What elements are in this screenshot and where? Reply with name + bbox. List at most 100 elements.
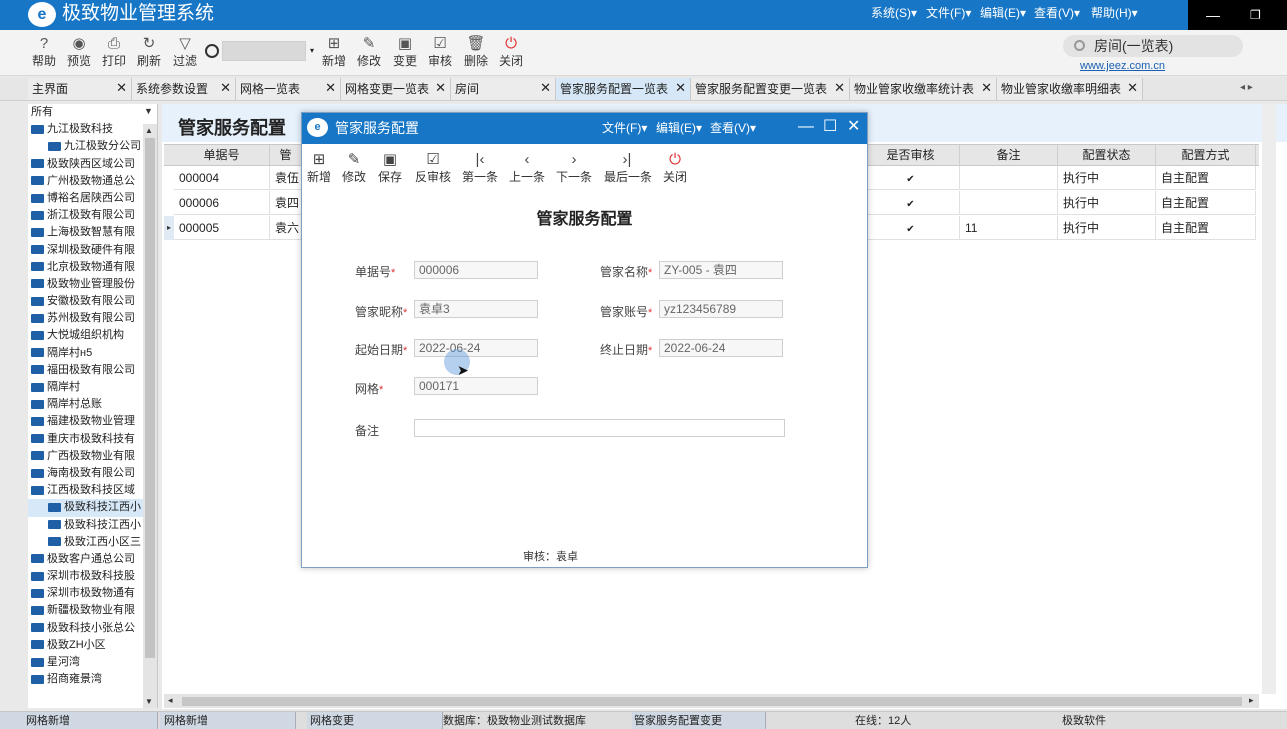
toolbar-help-button[interactable]: ? 帮助 — [27, 34, 61, 72]
tree-item[interactable]: 江西极致科技区域 — [28, 482, 157, 499]
dialog-maximize-icon[interactable]: ☐ — [823, 118, 837, 136]
tree-item[interactable]: 海南极致有限公司 — [28, 465, 157, 482]
remark-field[interactable] — [414, 419, 785, 437]
tree-item[interactable]: 极致科技小张总公 — [28, 620, 157, 637]
column-header-mode[interactable]: 配置方式 — [1156, 145, 1256, 165]
tree-item[interactable]: 隔岸村 — [28, 379, 157, 396]
tree-item[interactable]: 极致客户通总公司 — [28, 551, 157, 568]
toolbar-save-button[interactable]: ▣ 变更 — [388, 34, 422, 72]
toolbar-refresh-button[interactable]: ↻ 刷新 — [132, 34, 166, 72]
close-icon[interactable]: ✕ — [435, 81, 446, 95]
dialog-menu-view[interactable]: 查看(V)▾ — [710, 121, 756, 135]
tree-item[interactable]: 新疆极致物业有限 — [28, 602, 157, 619]
dialog-power-button[interactable]: ⏻ 关闭 — [657, 150, 693, 184]
toolbar-audit-button[interactable]: ☑ 审核 — [423, 34, 457, 72]
pin-icon[interactable]: ▼ — [144, 106, 153, 116]
tab-scroll-arrows[interactable]: ◂ ▸ — [1240, 82, 1253, 93]
dialog-close-icon[interactable]: ✕ — [847, 118, 860, 136]
tree-item[interactable]: 安徽极致有限公司 — [28, 293, 157, 310]
tree-item[interactable]: 广州极致物通总公 — [28, 173, 157, 190]
tree-item[interactable]: 招商雍景湾 — [28, 671, 157, 688]
toolbar-edit-button[interactable]: ✎ 修改 — [352, 34, 386, 72]
scroll-up-icon[interactable]: ▲ — [145, 126, 153, 135]
tree-item[interactable]: 深圳市极致科技股 — [28, 568, 157, 585]
close-icon[interactable]: ✕ — [834, 81, 845, 95]
tree-item[interactable]: 九江极致分公司 — [28, 138, 157, 155]
checkbox-checked-icon[interactable]: ✔ — [906, 200, 915, 210]
tree-item[interactable]: 极致ZH小区 — [28, 637, 157, 654]
column-header-audited[interactable]: 是否审核 — [862, 145, 960, 165]
tree-item[interactable]: 极致陕西区域公司 — [28, 156, 157, 173]
tree-item[interactable]: 极致江西小区三 — [28, 534, 157, 551]
search-input[interactable] — [222, 41, 306, 61]
tree-item[interactable]: 重庆市极致科技有 — [28, 431, 157, 448]
end-date-field[interactable]: 2022-06-24 — [659, 339, 783, 357]
tree-item[interactable]: 极致科技江西小 — [28, 517, 157, 534]
tree-item[interactable]: 九江极致科技 — [28, 121, 157, 138]
menu-edit[interactable]: 编辑(E)▾ — [980, 5, 1026, 21]
checkbox-checked-icon[interactable]: ✔ — [906, 175, 915, 185]
grid-vertical-scrollbar[interactable] — [1262, 104, 1276, 694]
dialog-prev-button[interactable]: ‹ 上一条 — [509, 150, 545, 184]
close-icon[interactable]: ✕ — [1127, 81, 1138, 95]
scroll-right-icon[interactable]: ▸ — [1249, 695, 1254, 706]
tab-0[interactable]: 主界面 ✕ — [28, 78, 132, 100]
toolbar-eye-button[interactable]: ◉ 预览 — [62, 34, 96, 72]
tree-item[interactable]: 浙江极致有限公司 — [28, 207, 157, 224]
tree-item[interactable]: 大悦城组织机构 — [28, 327, 157, 344]
tree-item[interactable]: 上海极致智慧有限 — [28, 224, 157, 241]
tab-7[interactable]: 物业管家收缴率统计表 ✕ — [850, 78, 997, 100]
dialog-save-button[interactable]: ▣ 保存 — [372, 150, 408, 184]
toolbar-add-button[interactable]: ⊞ 新增 — [317, 34, 351, 72]
tab-2[interactable]: 网格一览表 ✕ — [236, 78, 341, 100]
grid-scroll-thumb[interactable] — [182, 697, 1242, 706]
close-icon[interactable]: ✕ — [540, 81, 551, 95]
tree-item[interactable]: 福建极致物业管理 — [28, 413, 157, 430]
tree-item[interactable]: 极致物业管理股份 — [28, 276, 157, 293]
dialog-add-button[interactable]: ⊞ 新增 — [301, 150, 337, 184]
tree-item[interactable]: 广西极致物业有限 — [28, 448, 157, 465]
search-icon[interactable] — [205, 44, 219, 58]
toolbar-delete-button[interactable]: 🗑 删除 — [459, 34, 493, 72]
steward-name-field[interactable]: ZY-005 - 袁四 — [659, 261, 783, 279]
column-header-status[interactable]: 配置状态 — [1058, 145, 1156, 165]
toolbar-print-button[interactable]: ⎙ 打印 — [97, 34, 131, 72]
tree-item[interactable]: 星河湾 — [28, 654, 157, 671]
steward-nickname-field[interactable]: 袁卓3 — [414, 300, 538, 318]
website-link[interactable]: www.jeez.com.cn — [1080, 60, 1165, 72]
tab-5[interactable]: 管家服务配置一览表 ✕ — [556, 78, 691, 100]
tab-8[interactable]: 物业管家收缴率明细表 ✕ — [997, 78, 1143, 100]
tree-item[interactable]: 所有 — [28, 104, 157, 121]
steward-account-field[interactable]: yz123456789 — [659, 300, 783, 318]
close-icon[interactable]: ✕ — [675, 81, 686, 95]
tree-item[interactable]: 博裕名居陕西公司 — [28, 190, 157, 207]
dialog-menu-file[interactable]: 文件(F)▾ — [602, 121, 647, 135]
toolbar-power-button[interactable]: ⏻ 关闭 — [494, 34, 528, 72]
column-header-steward[interactable]: 管 — [270, 145, 302, 165]
tree-item[interactable]: 深圳市极致物通有 — [28, 585, 157, 602]
tree-item[interactable]: 隔岸村н5 — [28, 345, 157, 362]
close-icon[interactable]: ✕ — [220, 81, 231, 95]
dialog-last-button[interactable]: ›| 最后一条 — [604, 150, 652, 184]
dialog-unaudit-button[interactable]: ☑ 反审核 — [414, 150, 452, 184]
start-date-field[interactable]: 2022-06-24 — [414, 339, 538, 357]
toolbar-filter-button[interactable]: ▽ 过滤 — [168, 34, 202, 72]
dialog-first-button[interactable]: |‹ 第一条 — [461, 150, 499, 184]
menu-view[interactable]: 查看(V)▾ — [1034, 5, 1080, 21]
column-header-doc-no[interactable]: 单据号 — [174, 145, 270, 165]
tree-item[interactable]: 极致科技江西小 — [28, 499, 157, 517]
doc-no-field[interactable]: 000006 — [414, 261, 538, 279]
tree-item[interactable]: 福田极致有限公司 — [28, 362, 157, 379]
checkbox-checked-icon[interactable]: ✔ — [906, 225, 915, 235]
close-icon[interactable]: ✕ — [981, 81, 992, 95]
restore-icon[interactable]: ❐ — [1250, 8, 1264, 22]
tab-1[interactable]: 系统参数设置 ✕ — [132, 78, 236, 100]
dialog-minimize-icon[interactable]: — — [798, 118, 814, 136]
tree-item[interactable]: 深圳极致硬件有限 — [28, 242, 157, 259]
tree-item[interactable]: 隔岸村总账 — [28, 396, 157, 413]
close-icon[interactable]: ✕ — [116, 81, 127, 95]
scroll-left-icon[interactable]: ◂ — [168, 695, 173, 706]
tab-3[interactable]: 网格变更一览表 ✕ — [341, 78, 451, 100]
menu-file[interactable]: 文件(F)▾ — [926, 5, 971, 21]
tree-scroll-thumb[interactable] — [145, 138, 155, 658]
